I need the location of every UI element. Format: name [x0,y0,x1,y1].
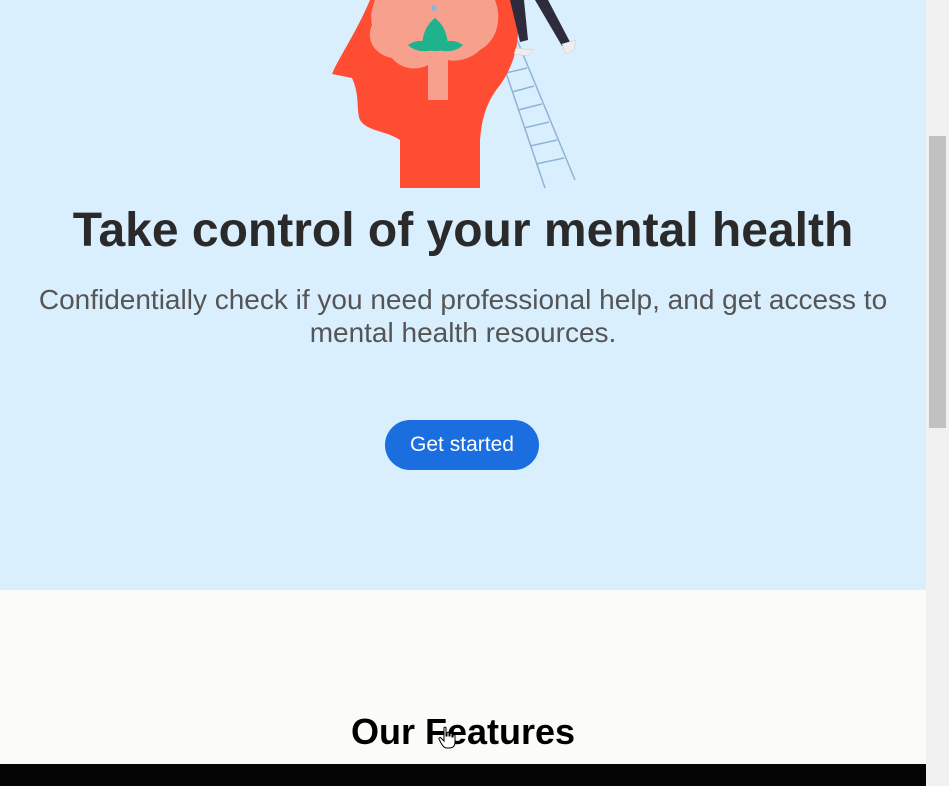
hero-subtitle: Confidentially check if you need profess… [38,284,888,348]
hero-section: Take control of your mental health Confi… [0,0,926,590]
features-title: Our Features [350,711,576,752]
scrollbar-thumb[interactable] [929,136,946,428]
features-section: Our Features [0,590,926,764]
dark-section-top [0,764,926,786]
hero-title: Take control of your mental health [72,204,854,257]
hand-cursor-icon [438,726,456,749]
vertical-scrollbar[interactable] [926,0,949,786]
mental-health-head-icon [332,0,577,189]
get-started-button[interactable]: Get started [385,420,539,470]
page: Take control of your mental health Confi… [0,0,926,786]
